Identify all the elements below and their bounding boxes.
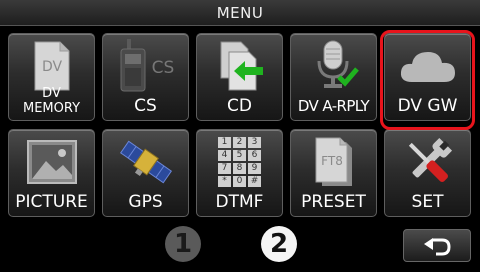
keypad-key: 8 [233,163,246,174]
microphone-check-icon [291,38,376,94]
cd-button[interactable]: CD [196,33,283,121]
dtmf-label: DTMF [215,192,264,212]
page-2-button[interactable]: 2 [261,226,297,262]
menu-title: MENU [216,3,264,22]
dtmf-button[interactable]: 1 2 3 4 5 6 7 8 9 * 0 # DTMF [196,129,283,217]
cd-label: CD [227,96,252,116]
selection-highlight [380,30,475,130]
page-indicator: 1 2 [165,226,297,262]
ft8-document-icon: FT8 [291,134,376,190]
set-label: SET [411,192,444,212]
dv-a-rply-label: DV A-RPLY [297,97,370,115]
keypad-key: 4 [218,150,231,161]
copy-documents-icon [197,38,282,94]
radio-cs-icon: CS [103,38,188,94]
dv-memory-label-line2: MEMORY [22,101,81,116]
dv-icon-text: DV [41,59,62,75]
back-button[interactable] [403,229,471,262]
keypad-key: 1 [218,137,231,148]
dv-memory-label-line1: DV [42,86,61,101]
keypad-key: 9 [248,163,261,174]
keypad-key: # [248,176,261,187]
keypad-key: 2 [233,137,246,148]
keypad-icon: 1 2 3 4 5 6 7 8 9 * 0 # [197,134,282,190]
return-arrow-icon [424,237,451,255]
picture-icon [9,134,94,190]
dv-a-rply-button[interactable]: DV A-RPLY [290,33,377,121]
gps-button[interactable]: GPS [102,129,189,217]
keypad-key: 6 [248,150,261,161]
picture-button[interactable]: PICTURE [8,129,95,217]
cs-icon-text: CS [151,58,174,78]
dtmf-keypad: 1 2 3 4 5 6 7 8 9 * 0 # [218,137,261,187]
cs-button[interactable]: CS CS [102,33,189,121]
tools-icon [385,134,470,190]
preset-label: PRESET [301,192,366,212]
keypad-key: 0 [233,176,246,187]
satellite-icon [103,134,188,190]
picture-label: PICTURE [15,192,88,212]
dv-memory-button[interactable]: DV DV MEMORY [8,33,95,121]
page-1-button[interactable]: 1 [165,226,201,262]
keypad-key: 3 [248,137,261,148]
cs-label: CS [134,96,157,116]
keypad-key: 7 [218,163,231,174]
gps-label: GPS [128,192,163,212]
dv-memory-label: DV MEMORY [9,86,94,116]
title-bar: MENU [0,0,480,26]
preset-button[interactable]: FT8 PRESET [290,129,377,217]
keypad-key: 5 [233,150,246,161]
set-button[interactable]: SET [384,129,471,217]
ft8-icon-text: FT8 [321,154,343,168]
keypad-key: * [218,176,231,187]
